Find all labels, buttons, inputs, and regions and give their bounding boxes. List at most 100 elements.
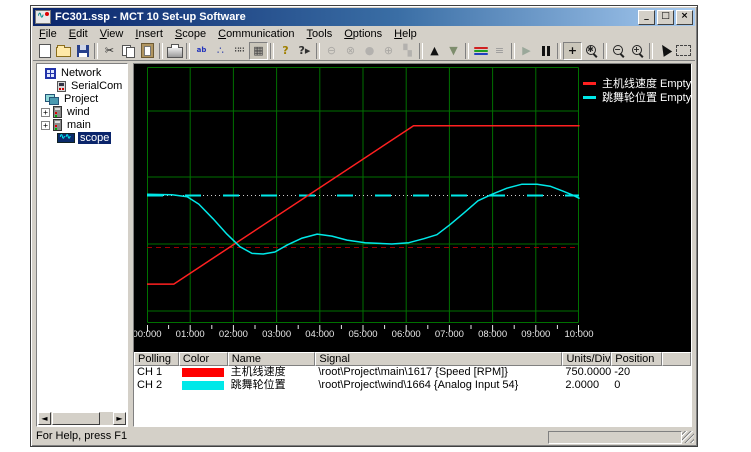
app-icon [35,10,51,24]
channel-waves-icon[interactable] [471,42,490,60]
cell: CH 2 [134,379,179,392]
scope-pane: 00:00001:00002:00003:00004:00005:00006:0… [133,63,692,427]
stop-comm-icon-glyph: ⊗ [346,45,355,56]
column-header-color[interactable]: Color [179,352,228,366]
menu-item-scope[interactable]: Scope [169,27,212,41]
tree-expander-icon[interactable]: + [41,121,50,130]
move-down-icon[interactable]: ▼ [444,42,463,60]
scatter-view-icon[interactable]: ∴ [211,42,230,60]
toolbar-separator [159,43,163,59]
pause-icon[interactable] [536,42,555,60]
minimize-button[interactable]: _ [638,10,655,25]
table-view-icon[interactable]: ▦ [249,42,268,60]
desktop: FC301.ssp - MCT 10 Set-up Software _□× F… [0,0,751,452]
write-to-drive-icon: ⊕ [379,42,398,60]
toolbar-separator [557,43,561,59]
column-header-polling[interactable]: Polling [134,352,179,366]
toolbar-separator [94,43,98,59]
resize-grip-icon[interactable] [682,431,694,443]
scroll-right-arrow-icon[interactable]: ► [113,412,126,425]
cell: \root\Project\main\1617 {Speed [RPM]} [315,366,562,379]
scroll-left-arrow-icon[interactable]: ◄ [38,412,51,425]
channel-color-swatch [182,368,224,377]
column-header-filler[interactable] [662,352,691,366]
column-header-position[interactable]: Position [611,352,662,366]
help-icon[interactable]: ? [276,42,295,60]
parameter-view-icon[interactable]: ab [192,42,211,60]
menu-item-view[interactable]: View [94,27,130,41]
line-style-icon[interactable]: ≡ [490,42,509,60]
read-from-drive-icon: ⊖ [322,42,341,60]
track-cursor-icon-glyph: + [568,45,577,56]
menu-item-edit[interactable]: Edit [63,27,94,41]
sidebar-item-network[interactable]: Network [37,67,127,79]
dotted-list-view-icon[interactable]: ∷∷ [230,42,249,60]
menu-item-options[interactable]: Options [338,27,388,41]
menu-item-tools[interactable]: Tools [301,27,339,41]
table-view-icon-glyph: ▦ [253,45,263,56]
pause-icon-glyph [542,46,550,56]
zoom-region-icon[interactable]: ✱ [582,42,601,60]
column-header-name[interactable]: Name [228,352,316,366]
x-tick-label: 03:000 [262,329,291,340]
legend-entry: 跳舞轮位置 Empty [583,90,691,104]
sidebar-item-scope[interactable]: scope [37,132,127,144]
tree-horizontal-scrollbar[interactable]: ◄ ► [38,412,126,425]
pointer-icon[interactable] [655,42,674,60]
status-message: For Help, press F1 [36,430,127,442]
context-help-icon[interactable]: ?▸ [295,42,314,60]
tree-item-label: Project [62,93,100,105]
open-file-icon[interactable] [54,42,73,60]
track-cursor-icon[interactable]: + [563,42,582,60]
sidebar-item-project[interactable]: Project [37,93,127,105]
column-header-units-div[interactable]: Units/Div [562,352,611,366]
tree-item-label: scope [78,132,111,144]
toolbar-separator [603,43,607,59]
new-file-icon[interactable] [35,42,54,60]
table-row[interactable]: CH 1主机线速度\root\Project\main\1617 {Speed … [134,366,691,379]
select-rect-icon-glyph [676,45,691,56]
play-icon[interactable]: ▶ [517,42,536,60]
paste-icon[interactable] [138,42,157,60]
maximize-button[interactable]: □ [657,10,674,25]
sidebar-item-serialcom[interactable]: SerialCom [37,80,127,92]
close-button[interactable]: × [676,10,693,25]
menu-item-help[interactable]: Help [388,27,423,41]
title-bar[interactable]: FC301.ssp - MCT 10 Set-up Software _□× [33,8,695,26]
cut-icon[interactable]: ✂ [100,42,119,60]
scope-chart[interactable]: 00:00001:00002:00003:00004:00005:00006:0… [134,64,691,352]
scroll-right-icon[interactable]: ▸| [693,42,695,60]
window-title: FC301.ssp - MCT 10 Set-up Software [55,11,246,23]
scrollbar-thumb[interactable] [52,412,100,425]
print-icon[interactable] [165,42,184,60]
channel-table-header: PollingColorNameSignalUnits/DivPosition [134,352,691,366]
column-header-signal[interactable]: Signal [315,352,562,366]
save-file-icon[interactable] [73,42,92,60]
sidebar-item-main[interactable]: + main [37,119,127,131]
select-rect-icon[interactable] [674,42,693,60]
zoom-in-icon[interactable]: + [628,42,647,60]
help-icon-glyph: ? [282,45,288,56]
copy-icon[interactable] [119,42,138,60]
serial-device-icon [57,81,66,92]
tree-item-label: Network [59,67,103,79]
record-icon: ● [360,42,379,60]
drive-icon [53,119,62,131]
tree-item-label: main [65,119,93,131]
compare-icon: ▚ [398,42,417,60]
legend-color-swatch [583,82,596,85]
sidebar-item-wind[interactable]: + wind [37,106,127,118]
move-up-icon-glyph: ▲ [430,45,438,56]
move-up-icon[interactable]: ▲ [425,42,444,60]
scatter-view-icon-glyph: ∴ [217,45,224,56]
menu-item-communication[interactable]: Communication [212,27,300,41]
scope-plot[interactable] [147,67,582,343]
menu-item-insert[interactable]: Insert [129,27,169,41]
parameter-view-icon-glyph: ab [197,45,207,56]
menu-item-file[interactable]: File [33,27,63,41]
table-row[interactable]: CH 2跳舞轮位置\root\Project\wind\1664 {Analog… [134,379,691,392]
zoom-out-icon[interactable]: − [609,42,628,60]
tree-expander-icon[interactable]: + [41,108,50,117]
copy-icon-glyph [122,45,135,57]
tree-item-label: wind [65,106,92,118]
